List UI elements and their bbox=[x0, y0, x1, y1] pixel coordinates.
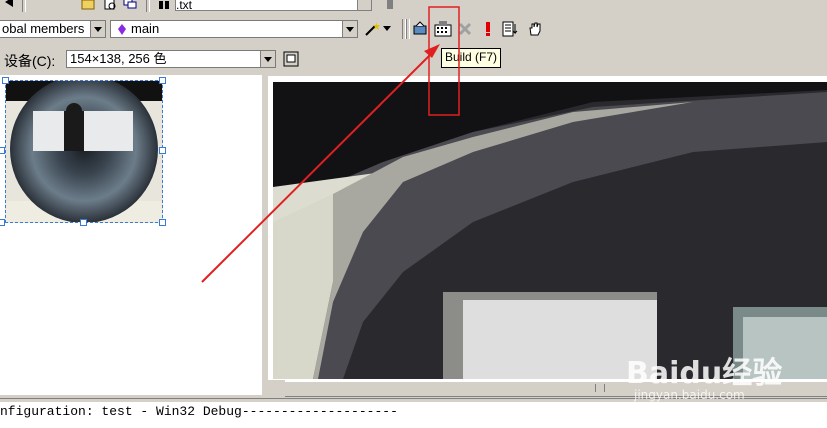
annotation-arrow-line bbox=[201, 51, 434, 283]
annotation-highlight-box bbox=[428, 6, 460, 116]
baidu-watermark-url: jingyan.baidu.com bbox=[634, 388, 745, 402]
baidu-watermark-logo: Baidu经验 bbox=[626, 356, 783, 391]
annotation-arrow-head bbox=[424, 44, 440, 58]
